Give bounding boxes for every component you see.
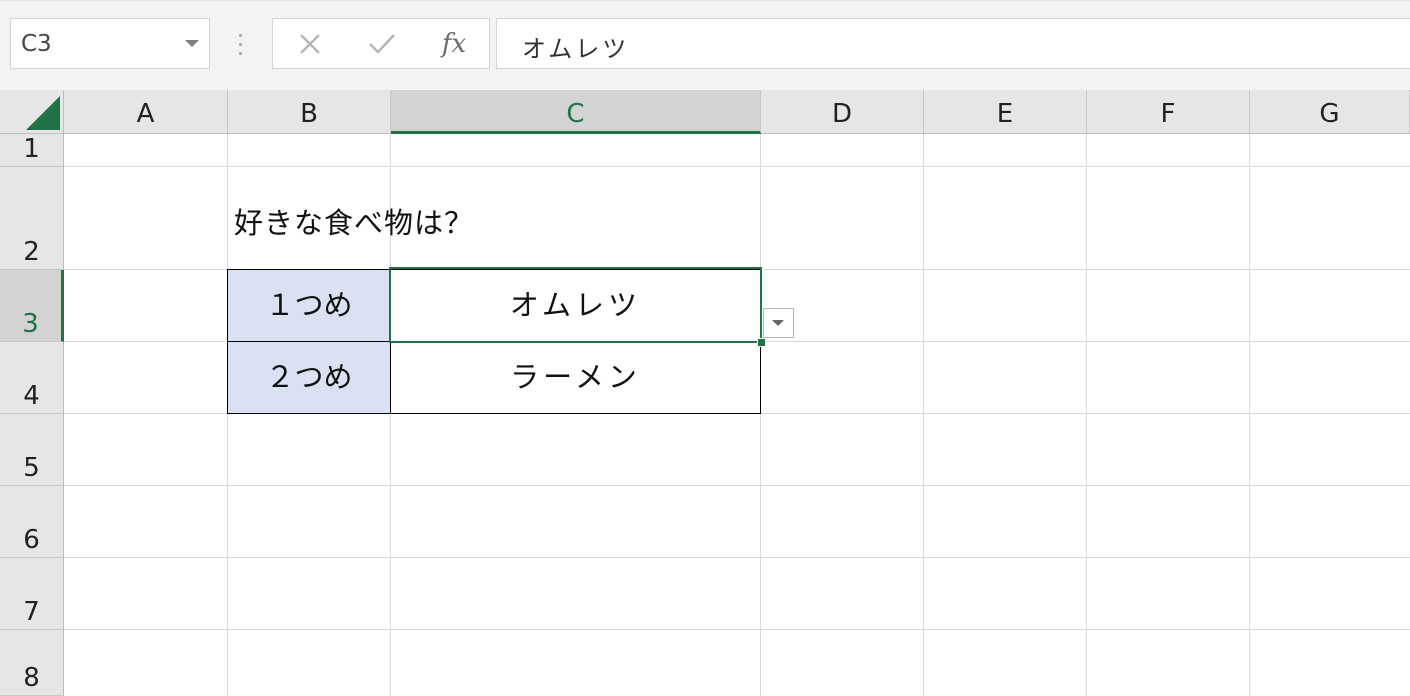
- close-icon: [300, 33, 320, 54]
- row-number: 6: [23, 525, 40, 555]
- column-header-a[interactable]: A: [64, 90, 228, 134]
- row-header-7[interactable]: 7: [0, 558, 64, 630]
- row-header-4[interactable]: 4: [0, 342, 64, 414]
- row-header-3[interactable]: 3: [0, 270, 64, 342]
- row-number: 4: [23, 381, 40, 411]
- gridline: [227, 134, 228, 696]
- column-header-c[interactable]: C: [391, 90, 761, 134]
- row-number: 8: [23, 663, 40, 693]
- excel-window: C3 fx オムレツ A B C D E F G 1 2 3 4 5 6 7 8…: [0, 0, 1410, 696]
- column-header-e[interactable]: E: [924, 90, 1087, 134]
- insert-function-button[interactable]: fx: [429, 19, 479, 68]
- row-number: 1: [23, 134, 40, 164]
- fx-label: fx: [441, 28, 467, 59]
- row-number: 7: [23, 597, 40, 627]
- dropdown-arrow-icon: [772, 320, 784, 326]
- vertical-dots-icon[interactable]: [239, 34, 243, 56]
- name-box-value: C3: [21, 31, 52, 57]
- column-header-g[interactable]: G: [1250, 90, 1410, 134]
- row-number: 3: [22, 309, 39, 339]
- name-box[interactable]: C3: [10, 18, 210, 69]
- row-number: 5: [23, 453, 40, 483]
- active-cell-border: [389, 267, 762, 343]
- select-all-button[interactable]: [0, 90, 64, 134]
- select-all-triangle-icon: [26, 96, 60, 130]
- row-header-1[interactable]: 1: [0, 134, 64, 167]
- row-header-8[interactable]: 8: [0, 630, 64, 696]
- formula-buttons: fx: [272, 18, 490, 69]
- chevron-down-icon[interactable]: [185, 40, 199, 47]
- formula-text: オムレツ: [522, 35, 630, 63]
- row-header-6[interactable]: 6: [0, 486, 64, 558]
- gridline: [1086, 134, 1087, 696]
- fill-handle[interactable]: [757, 338, 766, 347]
- formula-input[interactable]: オムレツ: [496, 18, 1410, 69]
- formula-bar: C3 fx オムレツ: [0, 0, 1410, 91]
- row-header-2[interactable]: 2: [0, 167, 64, 270]
- gridline: [64, 629, 1410, 630]
- gridline: [64, 557, 1410, 558]
- gridline: [1249, 134, 1250, 696]
- check-icon: [369, 33, 395, 54]
- column-header-d[interactable]: D: [761, 90, 924, 134]
- gridline: [64, 166, 1410, 167]
- row-number: 2: [23, 237, 40, 267]
- validation-dropdown-button[interactable]: [763, 308, 794, 338]
- gridline: [64, 485, 1410, 486]
- gridline: [760, 134, 761, 696]
- row-header-5[interactable]: 5: [0, 414, 64, 486]
- gridline: [923, 134, 924, 696]
- column-header-f[interactable]: F: [1087, 90, 1250, 134]
- enter-button[interactable]: [357, 19, 407, 68]
- cancel-button[interactable]: [285, 19, 335, 68]
- column-header-b[interactable]: B: [228, 90, 391, 134]
- cell-b2[interactable]: 好きな食べ物は？: [234, 200, 474, 242]
